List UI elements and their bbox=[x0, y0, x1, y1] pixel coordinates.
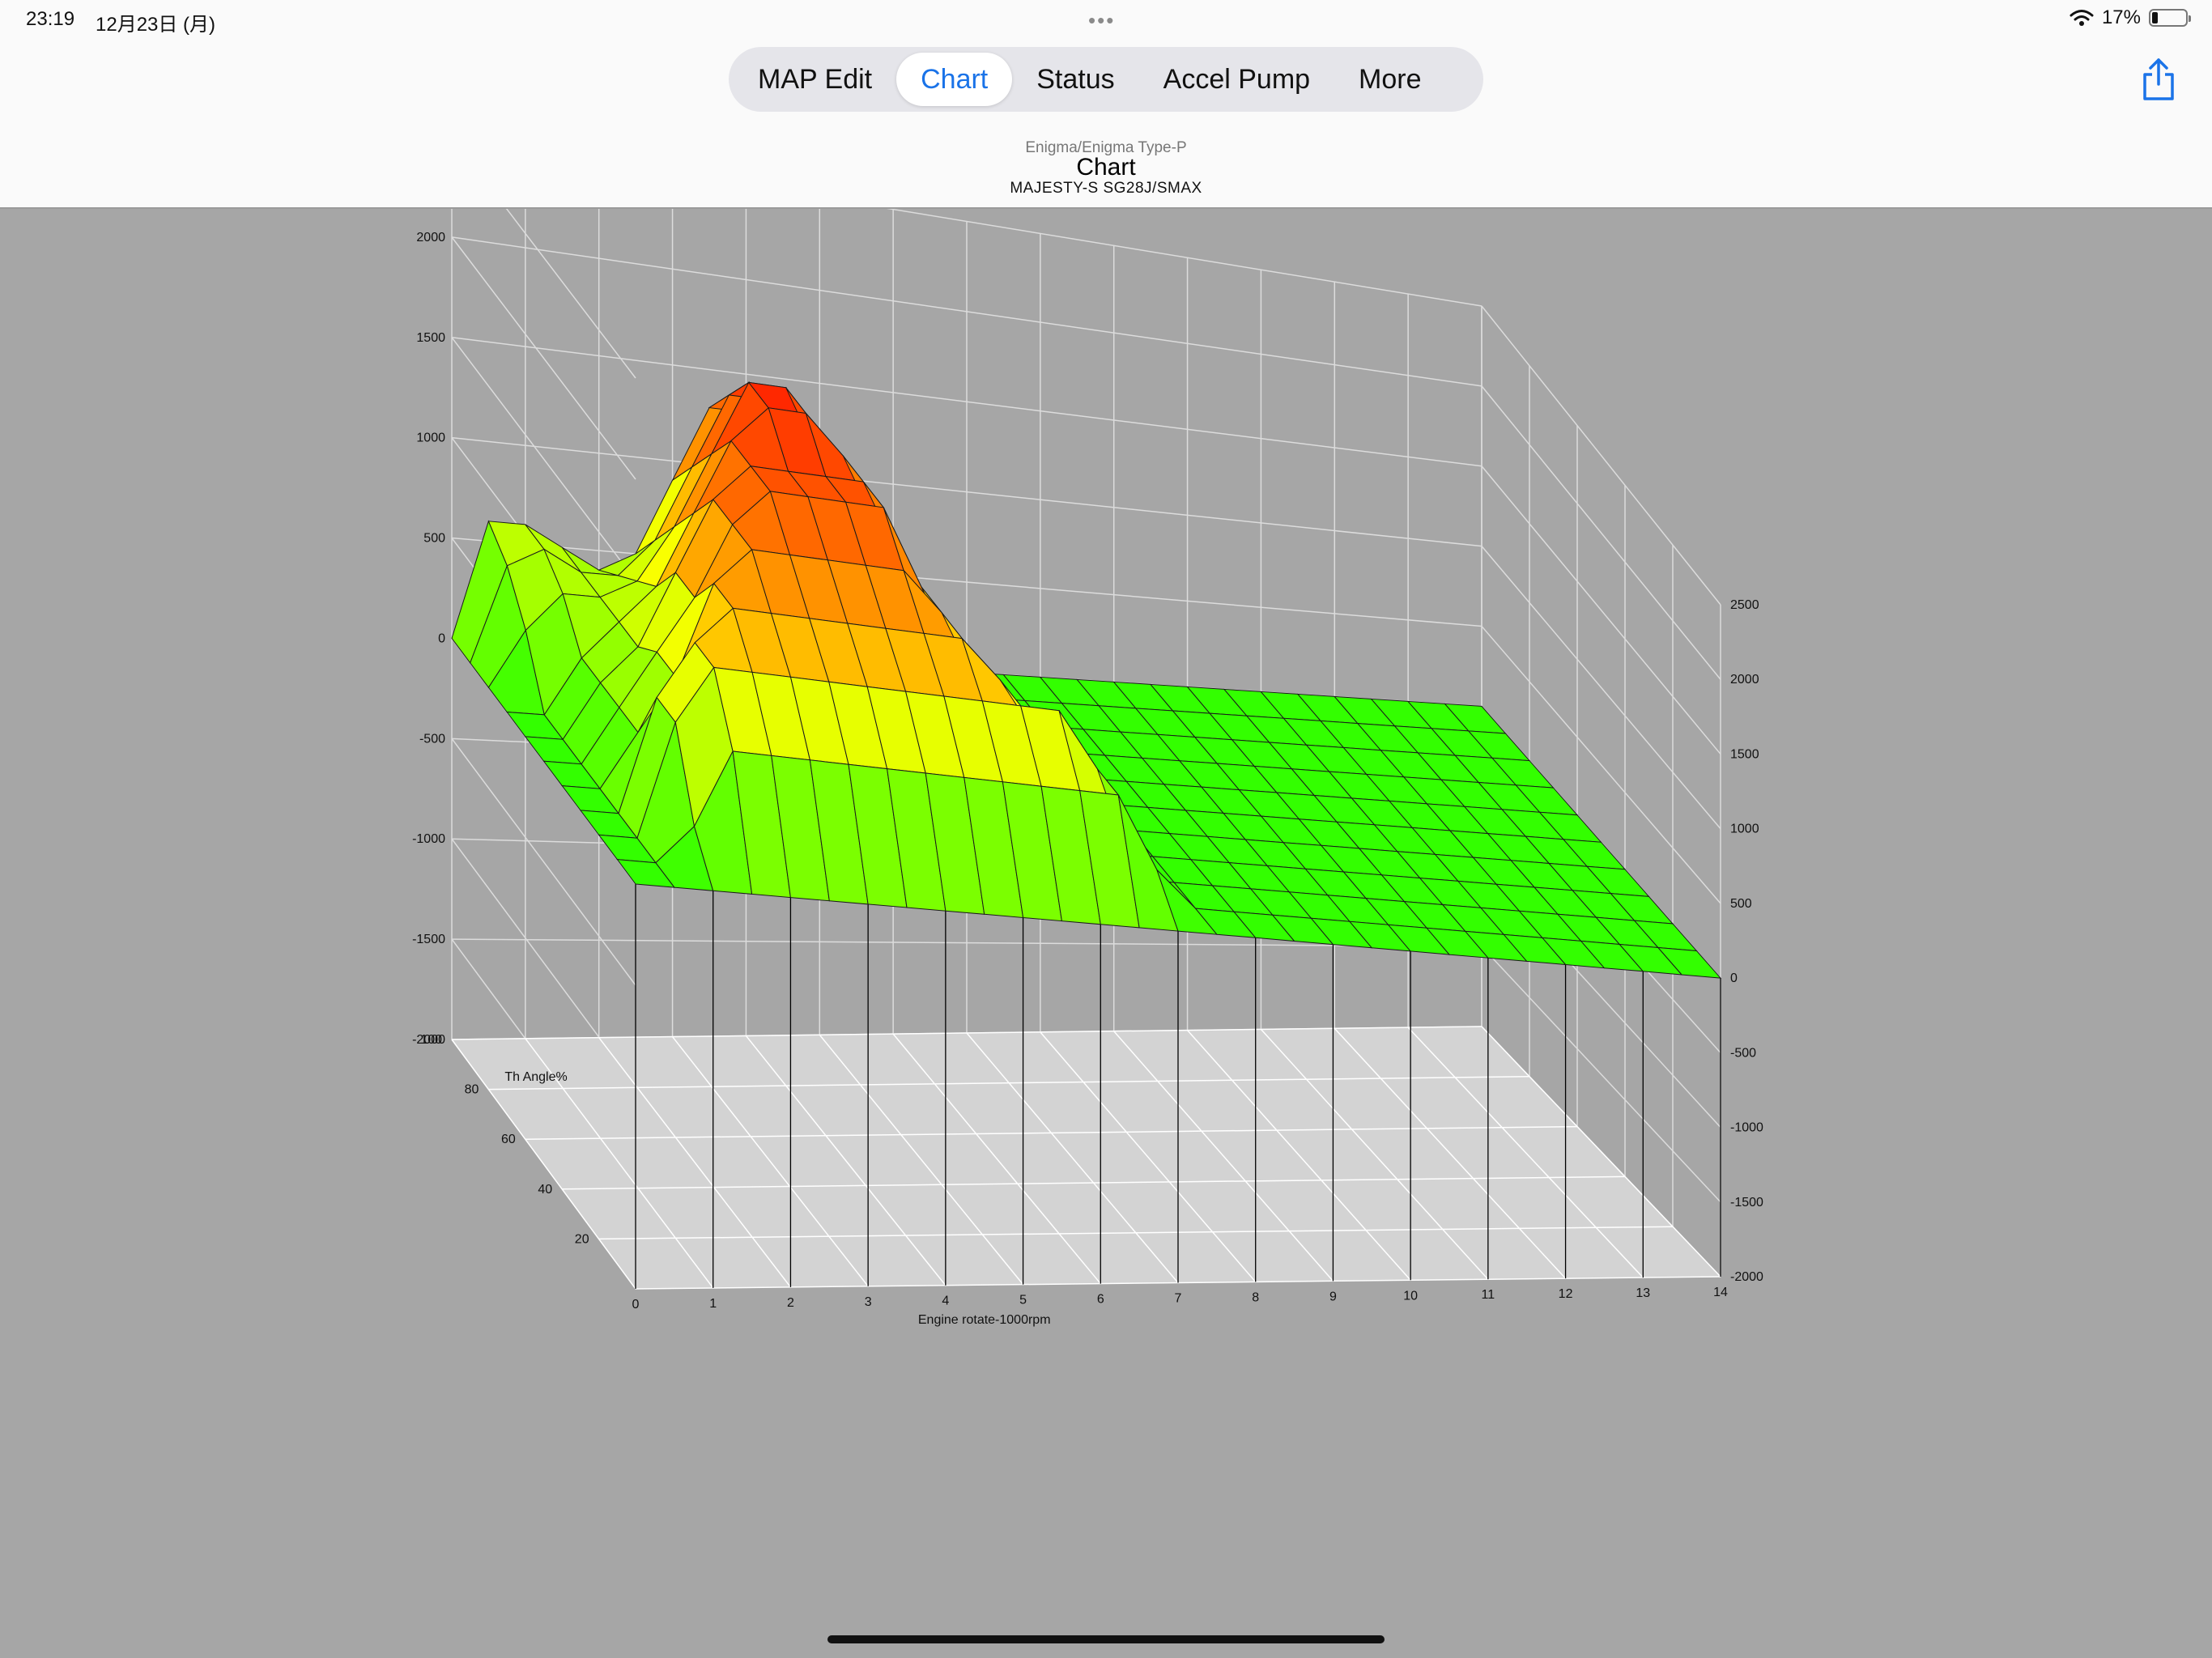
status-time: 23:19 bbox=[26, 8, 75, 30]
surface-chart[interactable]: 25002000150010005000-500-1000-1500-20002… bbox=[0, 209, 2212, 1585]
gridline-right-z bbox=[1481, 305, 1721, 606]
z-tick-label-left: 2000 bbox=[416, 231, 445, 244]
x-tick-label: 2 bbox=[787, 1296, 794, 1310]
tab-chart[interactable]: Chart bbox=[896, 53, 1013, 106]
z-tick-label-right: -500 bbox=[1730, 1046, 1756, 1060]
z-tick-label-right: 1000 bbox=[1730, 823, 1759, 836]
z-tick-label-left: 0 bbox=[438, 631, 445, 645]
tab-segmented-control: MAP Edit Chart Status Accel Pump More bbox=[729, 47, 1483, 112]
page-title: Chart bbox=[1076, 154, 1136, 181]
tab-more[interactable]: More bbox=[1334, 53, 1445, 106]
z-tick-label-right: 2500 bbox=[1730, 598, 1759, 612]
multitasking-dots[interactable]: ••• bbox=[1088, 8, 1115, 33]
tab-status[interactable]: Status bbox=[1012, 53, 1138, 106]
gridline-right-z bbox=[1481, 466, 1721, 755]
x-tick-label: 13 bbox=[1636, 1286, 1650, 1300]
surface-mesh bbox=[451, 380, 1722, 979]
gridline-right-z bbox=[1481, 385, 1721, 680]
y-tick-label: 100 bbox=[420, 1033, 442, 1047]
z-tick-label-right: 0 bbox=[1730, 971, 1738, 985]
x-tick-label: 10 bbox=[1403, 1289, 1418, 1303]
y-tick-label: 80 bbox=[465, 1083, 479, 1097]
status-date: 12月23日 (月) bbox=[96, 14, 216, 36]
x-tick-label: 4 bbox=[942, 1295, 949, 1308]
z-tick-label-left: -500 bbox=[419, 732, 445, 746]
x-tick-label: 7 bbox=[1175, 1292, 1182, 1306]
z-tick-label-right: -2000 bbox=[1730, 1270, 1763, 1284]
z-tick-label-left: -1500 bbox=[412, 933, 445, 946]
gridline-left-z bbox=[505, 209, 636, 379]
x-tick-label: 12 bbox=[1559, 1287, 1573, 1301]
x-tick-label: 6 bbox=[1097, 1293, 1104, 1307]
z-tick-label-left: 1500 bbox=[416, 331, 445, 345]
x-tick-label: 9 bbox=[1329, 1290, 1337, 1303]
z-tick-label-right: 1500 bbox=[1730, 747, 1759, 761]
x-axis-label: Engine rotate-1000rpm bbox=[918, 1313, 1051, 1327]
z-tick-label-left: -1000 bbox=[412, 832, 445, 846]
wifi-icon bbox=[2069, 10, 2094, 26]
x-tick-label: 11 bbox=[1482, 1288, 1495, 1302]
navigation-header: 23:19 12月23日 (月) ••• 17% MAP Edit Chart … bbox=[0, 0, 2212, 209]
z-tick-label-right: -1000 bbox=[1730, 1121, 1763, 1135]
y-axis-label: Th Angle% bbox=[504, 1070, 567, 1084]
z-tick-label-left: 1000 bbox=[416, 432, 445, 445]
tab-accel-pump[interactable]: Accel Pump bbox=[1139, 53, 1334, 106]
x-tick-label: 8 bbox=[1252, 1290, 1259, 1304]
z-tick-label-right: 2000 bbox=[1730, 673, 1759, 687]
gridline-left-z bbox=[451, 236, 636, 480]
status-right: 17% bbox=[2069, 6, 2191, 29]
x-tick-label: 5 bbox=[1019, 1294, 1027, 1307]
home-indicator[interactable] bbox=[827, 1635, 1385, 1643]
y-tick-label: 20 bbox=[575, 1232, 589, 1246]
x-tick-label: 1 bbox=[709, 1297, 717, 1311]
battery-icon bbox=[2149, 9, 2191, 27]
z-tick-label-left: 500 bbox=[423, 532, 445, 546]
z-tick-label-right: 500 bbox=[1730, 897, 1752, 911]
y-tick-label: 40 bbox=[538, 1183, 552, 1197]
x-tick-label: 0 bbox=[632, 1298, 640, 1312]
x-tick-label: 3 bbox=[865, 1295, 872, 1309]
battery-level bbox=[2152, 12, 2158, 23]
y-tick-label: 60 bbox=[501, 1133, 516, 1146]
tab-map-edit[interactable]: MAP Edit bbox=[734, 53, 896, 106]
x-tick-label: 14 bbox=[1713, 1286, 1728, 1299]
battery-percent: 17% bbox=[2101, 6, 2141, 28]
z-tick-label-right: -1500 bbox=[1730, 1196, 1763, 1209]
model-subtitle: MAJESTY-S SG28J/SMAX bbox=[1010, 180, 1202, 197]
share-icon[interactable] bbox=[2141, 57, 2176, 102]
